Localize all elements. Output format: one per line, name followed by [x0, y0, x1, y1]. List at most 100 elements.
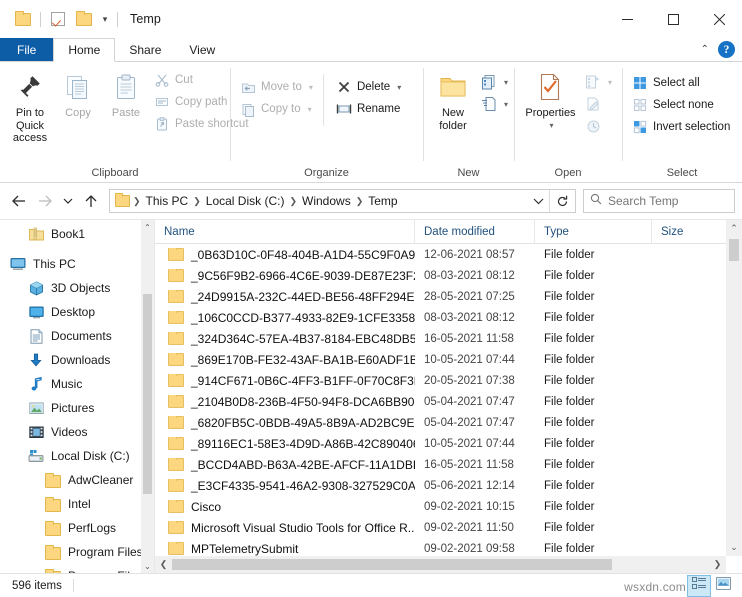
table-row[interactable]: _6820FB5C-0BDB-49A5-8B9A-AD2BC9E2... 05-0… [155, 412, 742, 433]
column-header-name[interactable]: Name [155, 220, 415, 243]
tab-view[interactable]: View [175, 38, 229, 61]
properties-button[interactable]: Properties ▾ [520, 67, 581, 130]
table-row[interactable]: Microsoft Visual Studio Tools for Office… [155, 517, 742, 538]
file-list-horizontal-scrollbar[interactable]: ❮ ❯ [155, 556, 726, 573]
copy-to-button[interactable]: Copy to ▾ [236, 98, 317, 120]
sidebar-item-intel[interactable]: Intel [0, 492, 154, 516]
table-row[interactable]: _BCCD4ABD-B63A-42BE-AFCF-11A1DBD... 16-05… [155, 454, 742, 475]
breadcrumb-temp[interactable]: Temp [364, 194, 401, 208]
nav-scroll-up-arrow-icon[interactable]: ⌃ [141, 220, 154, 234]
large-icons-view-button[interactable] [712, 576, 734, 596]
new-item-caret-icon[interactable]: ▾ [504, 78, 508, 87]
sidebar-item-pictures[interactable]: Pictures [0, 396, 154, 420]
table-row[interactable]: _9C56F9B2-6966-4C6E-9039-DE87E23F2A... 08… [155, 265, 742, 286]
up-arrow-icon[interactable] [79, 188, 103, 214]
nav-scroll-down-arrow-icon[interactable]: ⌄ [141, 559, 154, 573]
breadcrumb-local-disk[interactable]: Local Disk (C:) [202, 194, 289, 208]
type-cell: File folder [544, 353, 595, 366]
breadcrumb-windows[interactable]: Windows [298, 194, 355, 208]
help-icon[interactable]: ? [718, 41, 735, 58]
move-to-button[interactable]: Move to ▾ [236, 76, 317, 98]
qat-properties-icon[interactable] [45, 6, 71, 32]
file-list-vertical-scrollbar[interactable]: ⌃ ⌄ [726, 220, 742, 556]
breadcrumb-this-pc[interactable]: This PC [142, 194, 193, 208]
easy-access-caret-icon[interactable]: ▾ [504, 100, 508, 109]
table-row[interactable]: Cisco 09-02-2021 10:15 File folder [155, 496, 742, 517]
tab-home[interactable]: Home [53, 38, 116, 62]
new-item-button[interactable]: ▾ [477, 71, 512, 93]
table-row[interactable]: _89116EC1-58E3-4D9D-A86B-42C8904062... 10… [155, 433, 742, 454]
sidebar-item-music[interactable]: Music [0, 372, 154, 396]
sidebar-item-3d-objects[interactable]: 3D Objects [0, 276, 154, 300]
tab-share[interactable]: Share [115, 38, 175, 61]
qat-new-folder-icon[interactable] [71, 6, 97, 32]
collapse-ribbon-chevron-up-icon[interactable]: ⌃ [697, 44, 713, 55]
hscroll-right-arrow-icon[interactable]: ❯ [709, 556, 726, 573]
sidebar-item-adwcleaner[interactable]: AdwCleaner [0, 468, 154, 492]
paste-button[interactable]: Paste [102, 67, 150, 120]
table-row[interactable]: _324D364C-57EA-4B37-8184-EBC48DB57... 16-… [155, 328, 742, 349]
select-all-button[interactable]: Select all [628, 72, 734, 94]
details-view-button[interactable] [687, 574, 711, 597]
sidebar-item-book1[interactable]: Book1 [0, 222, 154, 246]
sidebar-item-documents[interactable]: Documents [0, 324, 154, 348]
hscroll-thumb[interactable] [172, 559, 612, 570]
qat-folder-icon[interactable] [10, 6, 36, 32]
qat-customize-caret-icon[interactable]: ▾ [97, 8, 113, 30]
sidebar-item-desktop[interactable]: Desktop [0, 300, 154, 324]
table-row[interactable]: _869E170B-FE32-43AF-BA1B-E60ADF1BE3... 10… [155, 349, 742, 370]
sidebar-item-this-pc[interactable]: This PC [0, 252, 154, 276]
forward-arrow-icon[interactable] [33, 188, 57, 214]
delete-caret-icon[interactable]: ▾ [397, 83, 401, 92]
copy-to-caret-icon[interactable]: ▾ [308, 105, 312, 114]
sidebar-item-program-files-x86[interactable]: Program Files ( [0, 564, 154, 573]
table-row[interactable]: _2104B0D8-236B-4F50-94F8-DCA6BB9063... 05… [155, 391, 742, 412]
search-box[interactable]: Search Temp [583, 189, 735, 213]
invert-selection-button[interactable]: Invert selection [628, 116, 734, 138]
history-button[interactable] [581, 115, 616, 137]
scissors-icon [154, 72, 170, 88]
easy-access-button[interactable]: ▾ [477, 93, 512, 115]
delete-button[interactable]: Delete ▾ [332, 76, 405, 98]
nav-scroll-thumb[interactable] [143, 294, 152, 494]
maximize-button[interactable] [650, 0, 696, 38]
search-input[interactable]: Search Temp [608, 194, 678, 208]
vscroll-down-arrow-icon[interactable]: ⌄ [726, 539, 742, 556]
sidebar-item-perflogs[interactable]: PerfLogs [0, 516, 154, 540]
sidebar-item-videos[interactable]: Videos [0, 420, 154, 444]
sidebar-item-program-files[interactable]: Program Files [0, 540, 154, 564]
open-with-caret-icon[interactable]: ▾ [608, 78, 612, 87]
new-folder-button[interactable]: New folder [429, 67, 477, 132]
back-arrow-icon[interactable] [7, 188, 31, 214]
table-row[interactable]: _106C0CCD-B377-4933-82E9-1CFE33584E... 08… [155, 307, 742, 328]
table-row[interactable]: _914CF671-0B6C-4FF3-B1FF-0F70C8F3FD... 20… [155, 370, 742, 391]
close-button[interactable] [696, 0, 742, 38]
properties-caret-icon[interactable]: ▾ [549, 121, 553, 130]
copy-button[interactable]: Copy [54, 67, 102, 120]
open-with-button[interactable]: ▾ [581, 71, 616, 93]
table-row[interactable]: _0B63D10C-0F48-404B-A1D4-55C9F0A9A... 12-… [155, 244, 742, 265]
column-header-date-modified[interactable]: Date modified [415, 220, 535, 243]
navigation-pane-scrollbar[interactable]: ⌃ ⌄ [141, 220, 154, 573]
tab-file[interactable]: File [0, 38, 54, 61]
minimize-button[interactable] [604, 0, 650, 38]
column-header-type[interactable]: Type [535, 220, 652, 243]
vscroll-up-arrow-icon[interactable]: ⌃ [726, 220, 742, 237]
vscroll-thumb[interactable] [729, 239, 739, 261]
address-chevron-down-icon[interactable] [527, 190, 549, 212]
move-to-caret-icon[interactable]: ▾ [309, 83, 313, 92]
edit-button[interactable] [581, 93, 616, 115]
table-row[interactable]: _24D9915A-232C-44ED-BE56-48FF294EC... 28-… [155, 286, 742, 307]
recent-locations-icon[interactable] [59, 188, 77, 214]
select-none-button[interactable]: Select none [628, 94, 734, 116]
table-row[interactable]: _E3CF4335-9541-46A2-9308-327529C0A3F2 05-… [155, 475, 742, 496]
refresh-icon[interactable] [549, 190, 575, 212]
rename-button[interactable]: Rename [332, 98, 405, 120]
pin-to-quick-access-button[interactable]: Pin to Quick access [6, 67, 54, 145]
sidebar-item-downloads[interactable]: Downloads [0, 348, 154, 372]
file-name-label: _6820FB5C-0BDB-49A5-8B9A-AD2BC9E2... [191, 415, 415, 430]
address-bar[interactable]: ❯ This PC ❯ Local Disk (C:) ❯ Windows ❯ … [109, 189, 576, 213]
sidebar-item-local-disk[interactable]: Local Disk (C:) [0, 444, 154, 468]
sidebar-item-label: Documents [51, 329, 112, 343]
hscroll-left-arrow-icon[interactable]: ❮ [155, 556, 172, 573]
